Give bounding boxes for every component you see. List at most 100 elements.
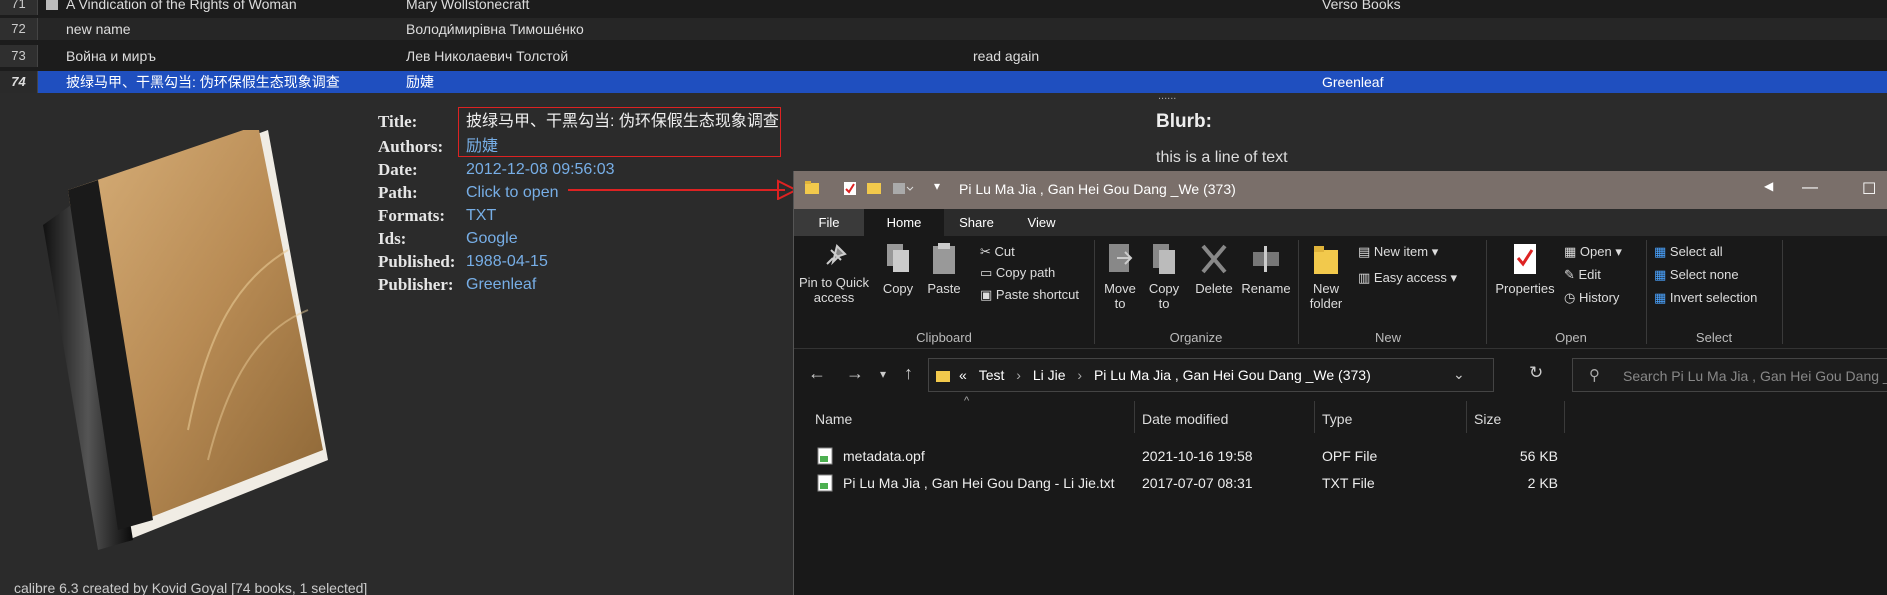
chevron-down-icon[interactable]: ⌄ bbox=[1453, 366, 1465, 383]
history-button[interactable]: ◷ History bbox=[1564, 290, 1619, 306]
copy-label: Copy bbox=[882, 281, 914, 296]
group-organize: Organize bbox=[1169, 330, 1223, 345]
copy-path-label: Copy path bbox=[995, 265, 1056, 280]
copy-to-label: Copy to bbox=[1148, 281, 1180, 311]
column-date-modified[interactable]: Date modified bbox=[1142, 411, 1228, 427]
column-divider[interactable] bbox=[1564, 401, 1565, 433]
column-size[interactable]: Size bbox=[1474, 411, 1501, 427]
properties-icon bbox=[1514, 244, 1536, 274]
author-link[interactable]: 励婕 bbox=[466, 137, 498, 157]
new-folder-button[interactable]: New folder bbox=[1304, 242, 1348, 311]
forward-arrow-icon[interactable]: → bbox=[846, 363, 864, 384]
book-row[interactable]: 72 new name Володи́мирівна Тимоше́нко bbox=[0, 18, 1887, 40]
pin-quick-access-button[interactable]: Pin to Quick access bbox=[796, 242, 872, 305]
title-bar[interactable]: ▾ Pi Lu Ma Jia , Gan Hei Gou Dang _We (3… bbox=[794, 171, 1887, 209]
copy-button[interactable]: Copy bbox=[878, 242, 918, 296]
book-cover-icon[interactable] bbox=[38, 130, 338, 550]
cut-button[interactable]: ✂ Cut bbox=[980, 244, 1015, 260]
invert-selection-button[interactable]: ▦ Invert selection bbox=[1654, 290, 1757, 306]
move-to-button[interactable]: Move to bbox=[1100, 242, 1140, 311]
folder-icon bbox=[1314, 246, 1338, 274]
up-arrow-icon[interactable]: ↑ bbox=[904, 363, 913, 384]
column-name[interactable]: Name bbox=[815, 411, 852, 427]
search-input[interactable]: ⚲ Search Pi Lu Ma Jia , Gan Hei Gou Dang… bbox=[1572, 358, 1887, 392]
book-list: 71 A Vindication of the Rights of Woman … bbox=[0, 0, 1887, 93]
select-all-label: Select all bbox=[1669, 244, 1723, 259]
copy-path-button[interactable]: ▭ Copy path bbox=[980, 265, 1055, 281]
file-row[interactable]: Pi Lu Ma Jia , Gan Hei Gou Dang - Li Jie… bbox=[794, 472, 1887, 494]
maximize-button[interactable]: ☐ bbox=[1862, 179, 1876, 199]
blurb-text: this is a line of text bbox=[1156, 149, 1288, 166]
row-number: 72 bbox=[0, 18, 38, 40]
group-new: New bbox=[1374, 330, 1401, 345]
breadcrumb-item[interactable]: Test bbox=[979, 367, 1005, 383]
tab-share[interactable]: Share bbox=[944, 209, 1009, 236]
ribbon-divider bbox=[1298, 240, 1299, 344]
book-row-selected[interactable]: 74 披绿马甲、干黑勾当: 伪环保假生态现象调查 励婕 Greenleaf bbox=[0, 71, 1887, 93]
properties-icon[interactable] bbox=[842, 180, 858, 200]
paste-shortcut-button[interactable]: ▣ Paste shortcut bbox=[980, 287, 1079, 303]
cut-label: Cut bbox=[994, 244, 1015, 259]
copy-to-button[interactable]: Copy to bbox=[1144, 242, 1184, 311]
publisher-link[interactable]: Greenleaf bbox=[466, 275, 536, 295]
ribbon-divider bbox=[1486, 240, 1487, 344]
recent-dropdown-icon[interactable]: ▾ bbox=[880, 367, 886, 381]
file-row[interactable]: metadata.opf 2021-10-16 19:58 OPF File 5… bbox=[794, 445, 1887, 467]
ribbon-divider bbox=[1646, 240, 1647, 344]
select-none-label: Select none bbox=[1669, 267, 1739, 282]
column-headers: ^ Name Date modified Type Size bbox=[794, 395, 1887, 437]
status-bar: calibre 6.3 created by Kovid Goyal [74 b… bbox=[14, 580, 368, 595]
scissors-icon: ✂ bbox=[980, 244, 995, 259]
book-row[interactable]: 73 Война и миръ Лев Николаевич Толстой r… bbox=[0, 45, 1887, 67]
book-row[interactable]: 71 A Vindication of the Rights of Woman … bbox=[0, 0, 1887, 15]
copy-path-icon: ▭ bbox=[980, 265, 996, 280]
group-clipboard: Clipboard bbox=[916, 330, 972, 345]
rename-button[interactable]: Rename bbox=[1240, 242, 1292, 296]
column-divider[interactable] bbox=[1314, 401, 1315, 433]
delete-button[interactable]: Delete bbox=[1192, 242, 1236, 296]
select-all-button[interactable]: ▦ Select all bbox=[1654, 244, 1723, 260]
properties-button[interactable]: Properties bbox=[1492, 242, 1558, 296]
refresh-icon[interactable]: ↻ bbox=[1529, 363, 1543, 383]
new-item-button[interactable]: ▤ New item ▾ bbox=[1358, 244, 1438, 260]
caret-left-icon[interactable]: ◀ bbox=[1764, 179, 1773, 193]
blurb-separator: ...... bbox=[1158, 90, 1177, 102]
open-button[interactable]: ▦ Open ▾ bbox=[1564, 244, 1622, 260]
search-placeholder: Search Pi Lu Ma Jia , Gan Hei Gou Dang _… bbox=[1623, 368, 1887, 384]
edit-button[interactable]: ✎ Edit bbox=[1564, 267, 1601, 283]
select-none-button[interactable]: ▦ Select none bbox=[1654, 267, 1739, 283]
customize-toolbar-icon[interactable]: ▾ bbox=[934, 179, 940, 193]
tab-file[interactable]: File bbox=[794, 209, 864, 236]
tab-view[interactable]: View bbox=[1009, 209, 1074, 236]
column-divider[interactable] bbox=[1134, 401, 1135, 433]
back-arrow-icon[interactable]: ← bbox=[808, 363, 826, 384]
file-size: 2 KB bbox=[1527, 475, 1558, 491]
tab-home[interactable]: Home bbox=[864, 209, 944, 236]
paste-button[interactable]: Paste bbox=[922, 242, 966, 296]
field-value-title: 披绿马甲、干黑勾当: 伪环保假生态现象调查 bbox=[466, 113, 779, 130]
address-bar[interactable]: « Test › Li Jie › Pi Lu Ma Jia , Gan Hei… bbox=[928, 358, 1494, 392]
path-open-link[interactable]: Click to open bbox=[466, 183, 559, 203]
new-folder-icon[interactable] bbox=[866, 180, 882, 200]
history-label: History bbox=[1578, 290, 1620, 305]
breadcrumb-overflow[interactable]: « bbox=[959, 367, 967, 383]
column-type[interactable]: Type bbox=[1322, 411, 1352, 427]
format-link[interactable]: TXT bbox=[466, 206, 496, 226]
easy-access-button[interactable]: ▥ Easy access ▾ bbox=[1358, 270, 1457, 286]
field-label: Formats: bbox=[378, 206, 446, 225]
field-label: Published: bbox=[378, 252, 456, 271]
cell-author: Mary Wollstonecraft bbox=[406, 0, 530, 12]
open-label: Open bbox=[1579, 244, 1612, 259]
rename-icon[interactable] bbox=[892, 180, 914, 200]
ribbon-divider bbox=[1094, 240, 1095, 344]
id-link[interactable]: Google bbox=[466, 229, 518, 249]
cell-title: Война и миръ bbox=[66, 48, 157, 64]
row-number: 74 bbox=[0, 71, 38, 93]
edit-label: Edit bbox=[1578, 267, 1601, 282]
delete-icon bbox=[1201, 244, 1227, 274]
cell-title: 披绿马甲、干黑勾当: 伪环保假生态现象调查 bbox=[66, 74, 340, 90]
column-divider[interactable] bbox=[1466, 401, 1467, 433]
minimize-button[interactable]: — bbox=[1802, 179, 1818, 197]
breadcrumb-item[interactable]: Li Jie bbox=[1033, 367, 1066, 383]
breadcrumb-item[interactable]: Pi Lu Ma Jia , Gan Hei Gou Dang _We (373… bbox=[1094, 367, 1371, 383]
